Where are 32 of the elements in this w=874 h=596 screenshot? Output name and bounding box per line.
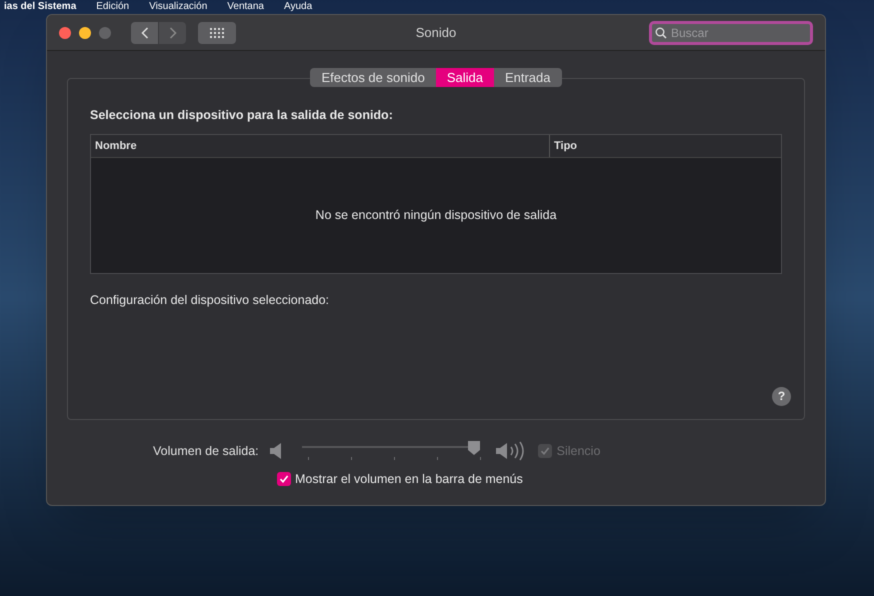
section-heading: Selecciona un dispositivo para la salida de sonido:: [90, 107, 394, 124]
checkbox-label: Mostrar el volumen en la barra de menús: [295, 471, 523, 488]
menu-item[interactable]: ias del Sistema: [4, 0, 76, 12]
slider-thumb[interactable]: [467, 440, 482, 456]
menu-item[interactable]: Edición: [96, 0, 130, 12]
checkmark-icon: [540, 446, 550, 456]
speaker-icon: [270, 443, 282, 459]
tab[interactable]: Salida: [436, 68, 494, 87]
chevron-right-icon: [168, 26, 176, 38]
close-button[interactable]: [59, 26, 71, 38]
show-all-button[interactable]: [198, 22, 236, 44]
search-field[interactable]: Buscar: [649, 20, 813, 44]
column-header[interactable]: Tipo: [550, 134, 582, 157]
tab[interactable]: Efectos de sonido: [310, 68, 436, 87]
checkbox-label: Silencio: [556, 442, 600, 460]
back-button[interactable]: [131, 22, 158, 44]
column-header[interactable]: Nombre: [91, 134, 550, 157]
search-icon: [655, 26, 667, 38]
menu-item[interactable]: Ayuda: [284, 0, 312, 12]
menu-item[interactable]: Visualización: [149, 0, 208, 12]
grid-icon: [210, 28, 224, 38]
chevron-left-icon: [140, 26, 148, 38]
checkmark-icon: [279, 474, 289, 484]
checkbox[interactable]: [277, 472, 291, 486]
minimize-button[interactable]: [79, 26, 91, 38]
menu-item[interactable]: Ventana: [227, 0, 264, 12]
section-heading: Configuración del dispositivo seleccionado:: [90, 292, 330, 309]
volume-label: Volumen de salida:: [153, 442, 259, 460]
tab[interactable]: Entrada: [494, 68, 562, 87]
help-button[interactable]: ?: [772, 387, 791, 406]
window-title: Sonido: [416, 24, 456, 42]
empty-message: No se encontró ningún dispositivo de salida: [315, 206, 557, 224]
